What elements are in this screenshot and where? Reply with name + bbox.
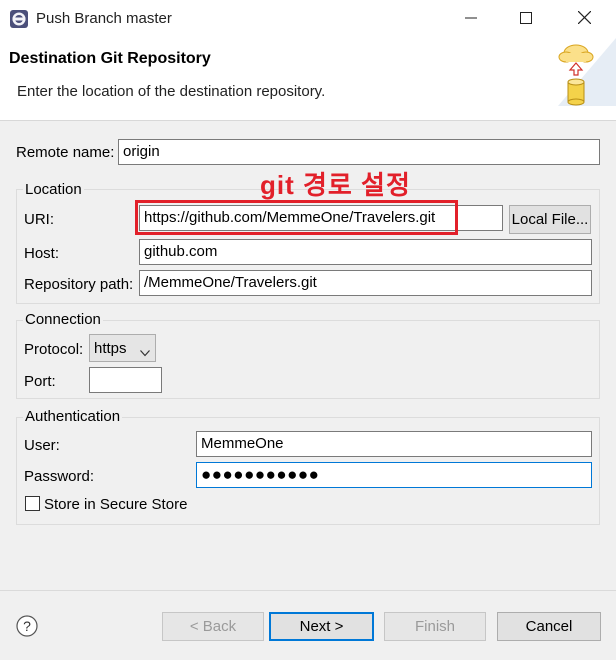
- remote-name-input[interactable]: origin: [118, 139, 600, 165]
- page-title: Destination Git Repository: [9, 50, 211, 67]
- chevron-down-icon: [140, 344, 150, 361]
- maximize-icon: [520, 11, 532, 28]
- next-button[interactable]: Next >: [269, 612, 374, 641]
- help-icon[interactable]: ?: [16, 615, 38, 637]
- password-input[interactable]: ●●●●●●●●●●●: [196, 462, 592, 488]
- finish-button[interactable]: Finish: [384, 612, 486, 641]
- close-button[interactable]: [555, 0, 613, 38]
- svg-text:?: ?: [23, 618, 31, 634]
- host-label: Host:: [24, 245, 60, 262]
- user-input[interactable]: MemmeOne: [196, 431, 592, 457]
- uri-label: URI:: [24, 211, 54, 228]
- connection-group-title: Connection: [23, 311, 103, 328]
- repository-path-label: Repository path:: [24, 276, 134, 293]
- protocol-selected-value: https: [94, 340, 127, 357]
- port-input[interactable]: [89, 367, 162, 393]
- remote-name-label: Remote name:: [16, 144, 115, 161]
- password-label: Password:: [24, 468, 95, 485]
- location-group-title: Location: [23, 181, 84, 198]
- footer-separator: [0, 590, 616, 591]
- protocol-label: Protocol:: [24, 341, 84, 358]
- store-secure-checkbox[interactable]: [25, 496, 40, 511]
- back-button[interactable]: < Back: [162, 612, 264, 641]
- cloud-upload-database-icon: [558, 38, 616, 106]
- store-secure-label: Store in Secure Store: [44, 496, 188, 513]
- maximize-button[interactable]: [497, 0, 555, 38]
- cancel-button[interactable]: Cancel: [497, 612, 601, 641]
- eclipse-app-icon: [9, 9, 29, 29]
- window-title: Push Branch master: [36, 10, 172, 27]
- host-input[interactable]: github.com: [139, 239, 592, 265]
- protocol-select[interactable]: https: [89, 334, 156, 362]
- title-bar: Push Branch master: [0, 0, 616, 38]
- repository-path-input[interactable]: /MemmeOne/Travelers.git: [139, 270, 592, 296]
- wizard-header: Destination Git Repository Enter the loc…: [0, 38, 616, 121]
- port-label: Port:: [24, 373, 56, 390]
- authentication-group-title: Authentication: [23, 408, 123, 425]
- close-icon: [577, 10, 591, 28]
- minimize-button[interactable]: [442, 0, 500, 38]
- page-description: Enter the location of the destination re…: [17, 83, 326, 100]
- local-file-button[interactable]: Local File...: [509, 205, 591, 234]
- annotation-highlight-box: [135, 200, 458, 235]
- minimize-icon: [465, 11, 477, 28]
- annotation-label: git 경로 설정: [260, 170, 411, 200]
- user-label: User:: [24, 437, 60, 454]
